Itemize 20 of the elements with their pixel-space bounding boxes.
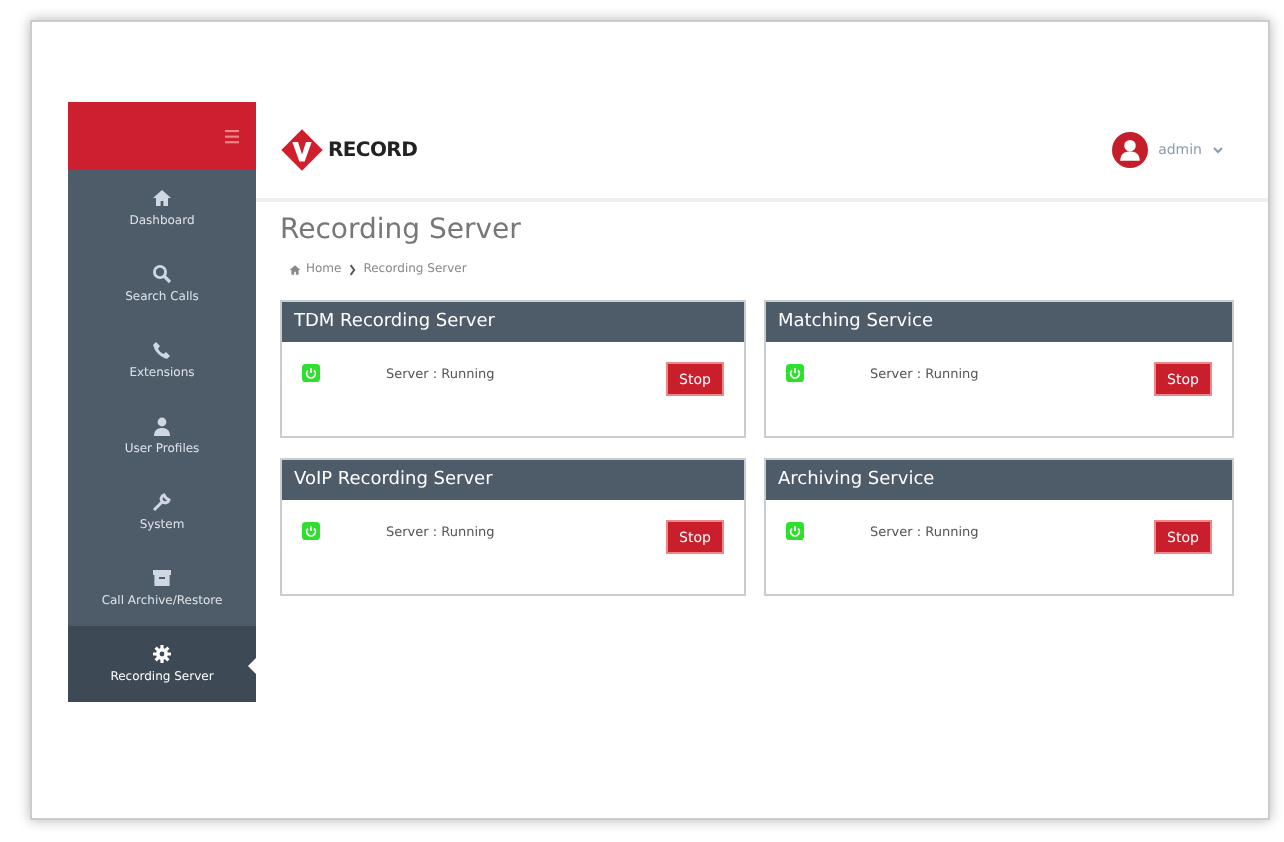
panel-title: TDM Recording Server: [282, 302, 744, 342]
phone-icon: [152, 340, 172, 360]
caret-icon: [1212, 146, 1224, 154]
panel-title: Matching Service: [766, 302, 1232, 342]
gear-icon: [152, 644, 172, 664]
archive-box-icon: [152, 568, 172, 588]
logo-icon: [280, 128, 324, 172]
search-icon: [152, 264, 172, 284]
home-icon: [152, 188, 172, 208]
panel-title: VoIP Recording Server: [282, 460, 744, 500]
logo-text: RECORD: [328, 139, 418, 161]
chevron-icon: [345, 263, 360, 275]
avatar-icon: [1112, 132, 1149, 168]
pointer-icon: [248, 656, 258, 676]
home-icon: [288, 263, 302, 275]
menu-icon: [224, 129, 240, 143]
page-title: Recording Server: [280, 214, 523, 246]
panel-title: Archiving Service: [766, 460, 1232, 500]
user-icon: [152, 416, 172, 436]
wrench-icon: [152, 492, 172, 512]
